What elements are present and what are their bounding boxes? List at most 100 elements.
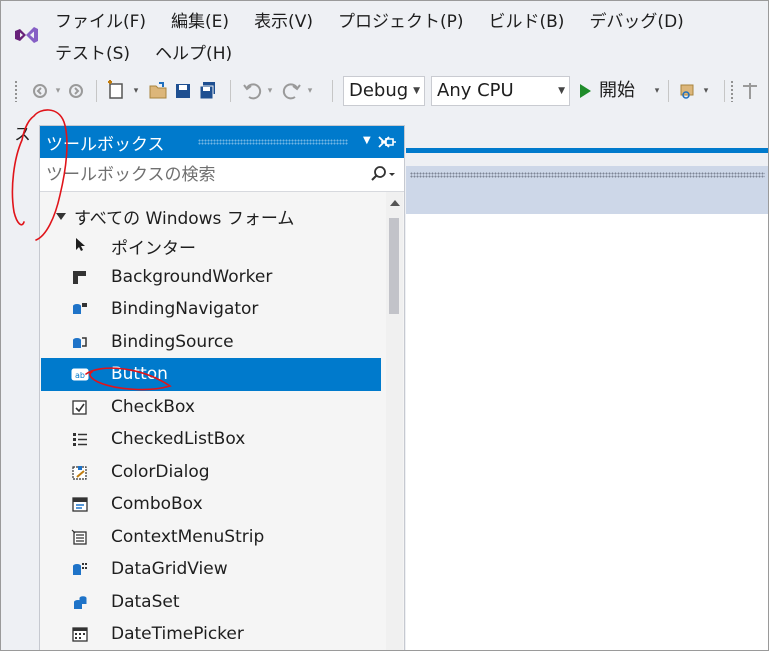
toolbox-panel: ツールボックス ▼ すべての Windows フォーム ポインター Backgr… bbox=[39, 125, 405, 651]
svg-text:ab: ab bbox=[75, 371, 85, 380]
toolbox-item-dataset[interactable]: DataSet bbox=[41, 586, 381, 619]
document-well-accent bbox=[406, 148, 769, 153]
toolbox-item-datagridview[interactable]: DataGridView bbox=[41, 553, 381, 586]
toolbox-item-datetimepicker[interactable]: DateTimePicker bbox=[41, 618, 381, 651]
toolbox-item-label: DataGridView bbox=[111, 559, 228, 579]
start-button-label: 開始 bbox=[599, 80, 635, 101]
redo-icon[interactable] bbox=[280, 72, 304, 110]
menu-edit[interactable]: 編集(E) bbox=[171, 6, 229, 38]
category-label: すべての Windows フォーム bbox=[74, 209, 295, 229]
scroll-thumb[interactable] bbox=[389, 218, 399, 314]
toolbar-separator bbox=[96, 80, 97, 102]
dataset-icon bbox=[74, 595, 87, 609]
toolbar-separator bbox=[724, 80, 725, 102]
toolbox-item-checkbox[interactable]: CheckBox bbox=[41, 391, 381, 424]
menu-help[interactable]: ヘルプ(H) bbox=[155, 38, 232, 70]
toolbox-search-input[interactable] bbox=[44, 162, 359, 188]
toolbar-grip-icon[interactable] bbox=[730, 80, 734, 102]
pointer-icon bbox=[76, 238, 85, 251]
toolbox-title: ツールボックス bbox=[46, 135, 165, 155]
category-all-windows-forms[interactable]: すべての Windows フォーム bbox=[56, 204, 294, 229]
save-all-icon[interactable] bbox=[196, 72, 220, 110]
new-project-icon[interactable] bbox=[104, 72, 130, 110]
toolbox-item-label: BindingSource bbox=[111, 331, 234, 352]
document-tab-grip bbox=[410, 172, 765, 178]
toolbox-item-label: DateTimePicker bbox=[111, 624, 244, 644]
toolbox-item-pointer[interactable]: ポインター bbox=[41, 228, 381, 261]
toolbar-overflow-icon[interactable]: ▾ bbox=[700, 72, 712, 110]
navigate-back-dropdown-icon[interactable]: ▾ bbox=[52, 72, 64, 110]
find-in-files-icon[interactable] bbox=[676, 72, 700, 110]
toolbox-item-backgroundworker[interactable]: BackgroundWorker bbox=[41, 261, 381, 294]
solution-platform-dropdown[interactable]: Any CPU ▼ bbox=[431, 76, 570, 106]
toolbar-separator bbox=[230, 80, 231, 102]
play-icon bbox=[580, 84, 591, 98]
menu-project[interactable]: プロジェクト(P) bbox=[338, 6, 464, 38]
navigate-back-icon[interactable] bbox=[28, 72, 52, 110]
toolbox-item-bindingsource[interactable]: BindingSource bbox=[41, 326, 381, 359]
toolbar-separator bbox=[332, 80, 333, 102]
navigate-forward-icon[interactable] bbox=[64, 72, 88, 110]
toolbox-item-checkedlistbox[interactable]: CheckedListBox bbox=[41, 423, 381, 456]
toolbox-item-label: CheckBox bbox=[111, 396, 195, 417]
visual-studio-logo-icon[interactable] bbox=[12, 24, 40, 46]
expand-caret-icon bbox=[56, 213, 66, 220]
context-menu-strip-icon bbox=[71, 529, 87, 545]
toolbox-item-button[interactable]: ab Button bbox=[41, 358, 381, 391]
toolbar-separator bbox=[668, 80, 669, 102]
layout-icon[interactable] bbox=[738, 72, 762, 110]
menu-bar: ファイル(F) 編集(E) 表示(V) プロジェクト(P) ビルド(B) デバッ… bbox=[55, 6, 765, 70]
menu-build[interactable]: ビルド(B) bbox=[489, 6, 565, 38]
toolbox-item-combobox[interactable]: ComboBox bbox=[41, 488, 381, 521]
color-dialog-icon bbox=[72, 465, 87, 480]
data-grid-view-icon bbox=[73, 563, 87, 575]
background-worker-icon bbox=[73, 270, 86, 284]
toolbox-item-label: ColorDialog bbox=[111, 461, 210, 482]
standard-toolbar: ▾ ▾ ▾ ▾ Debug ▼ Any CPU ▼ 開始 ▾ ▾ bbox=[0, 72, 769, 110]
date-time-picker-icon bbox=[72, 627, 88, 642]
search-icon[interactable] bbox=[367, 164, 397, 186]
window-position-dropdown-icon[interactable]: ▼ bbox=[363, 135, 371, 146]
open-file-icon[interactable] bbox=[146, 72, 170, 110]
drag-handle[interactable] bbox=[198, 139, 348, 145]
save-icon[interactable] bbox=[172, 72, 194, 110]
combobox-icon bbox=[72, 497, 88, 512]
chevron-down-icon: ▼ bbox=[413, 86, 420, 96]
toolbox-item-bindingnavigator[interactable]: BindingNavigator bbox=[41, 293, 381, 326]
new-project-dropdown-icon[interactable]: ▾ bbox=[130, 72, 142, 110]
toolbar-grip-icon[interactable] bbox=[14, 80, 18, 102]
undo-icon[interactable] bbox=[240, 72, 264, 110]
menu-file[interactable]: ファイル(F) bbox=[55, 6, 146, 38]
toolbox-scrollbar[interactable] bbox=[386, 192, 403, 650]
toolbox-item-label: ContextMenuStrip bbox=[111, 526, 265, 547]
redo-dropdown-icon[interactable]: ▾ bbox=[304, 72, 316, 110]
solution-configuration-dropdown[interactable]: Debug ▼ bbox=[343, 76, 425, 106]
button-icon: ab bbox=[71, 368, 89, 381]
checked-list-box-icon bbox=[73, 433, 87, 446]
chevron-down-icon: ▼ bbox=[558, 86, 565, 96]
toolbox-item-label: DataSet bbox=[111, 591, 180, 612]
menu-view[interactable]: 表示(V) bbox=[254, 6, 313, 38]
scroll-up-arrow-icon[interactable] bbox=[390, 200, 400, 206]
start-debugging-button[interactable]: 開始 bbox=[580, 76, 635, 106]
checkbox-icon bbox=[72, 399, 87, 415]
toolbox-item-contextmenustrip[interactable]: ContextMenuStrip bbox=[41, 521, 381, 554]
close-icon[interactable] bbox=[378, 136, 390, 148]
binding-source-icon bbox=[73, 336, 87, 348]
menu-debug[interactable]: デバッグ(D) bbox=[589, 6, 683, 38]
designer-surface[interactable] bbox=[406, 214, 769, 651]
toolbox-item-colordialog[interactable]: ColorDialog bbox=[41, 456, 381, 489]
toolbox-item-label: BindingNavigator bbox=[111, 299, 259, 319]
toolbox-item-label: CheckedListBox bbox=[111, 429, 246, 449]
toolbox-search-box[interactable] bbox=[40, 158, 404, 192]
menu-test[interactable]: テスト(S) bbox=[55, 38, 130, 70]
binding-navigator-icon bbox=[73, 303, 87, 314]
undo-dropdown-icon[interactable]: ▾ bbox=[264, 72, 276, 110]
toolbox-side-tab[interactable]: ツールボックス bbox=[8, 125, 55, 235]
toolbox-item-label: ComboBox bbox=[111, 494, 203, 514]
toolbox-item-label: BackgroundWorker bbox=[111, 266, 273, 287]
spacer bbox=[358, 134, 359, 135]
solution-platform-value: Any CPU bbox=[437, 80, 514, 101]
toolbox-header[interactable]: ツールボックス ▼ bbox=[40, 126, 404, 158]
start-dropdown-icon[interactable]: ▾ bbox=[650, 72, 664, 110]
